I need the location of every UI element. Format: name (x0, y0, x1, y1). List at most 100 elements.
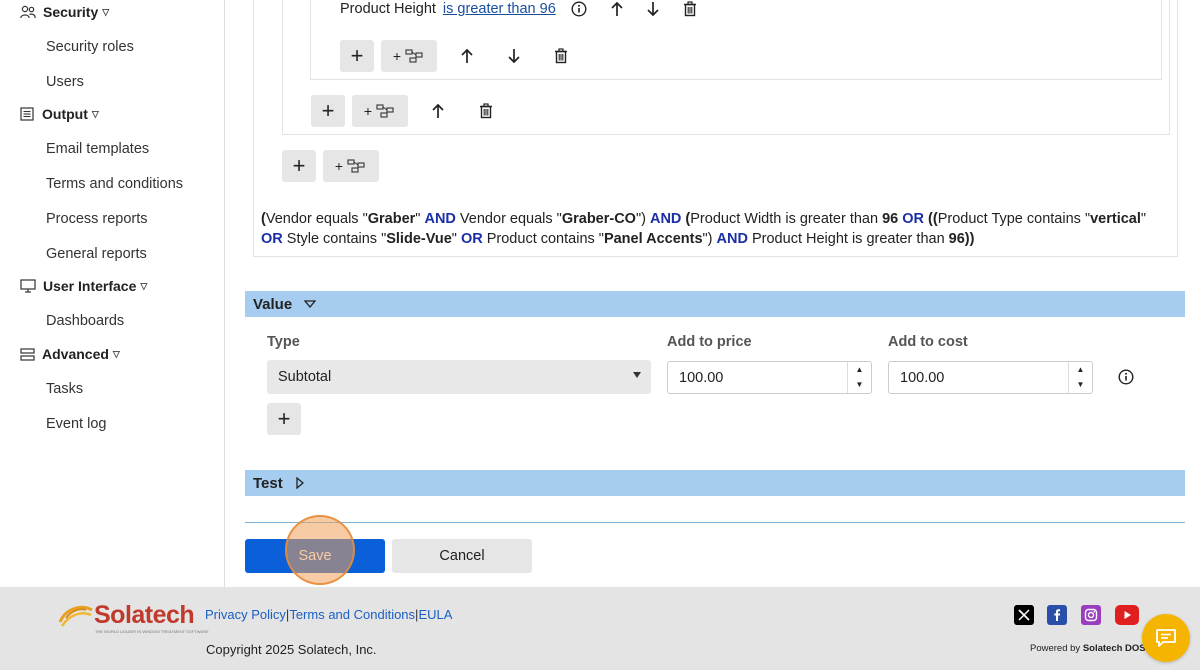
expression-text: vertical (1090, 211, 1141, 227)
arrow-down-icon[interactable] (646, 1, 660, 17)
trash-icon[interactable] (683, 1, 697, 17)
privacy-policy-link[interactable]: Privacy Policy (205, 607, 286, 622)
trash-icon[interactable] (554, 48, 568, 64)
sidebar-item-event-log[interactable]: Event log (46, 416, 106, 432)
expression-text: (( (924, 211, 938, 227)
sidebar-group-label: User Interface (43, 278, 137, 294)
expression-text: Product Width is greater than (690, 211, 883, 227)
instagram-icon[interactable] (1081, 605, 1101, 625)
output-icon (20, 107, 34, 121)
test-section-header[interactable]: Test (245, 470, 1185, 496)
expression-keyword: OR (261, 230, 283, 247)
arrow-up-icon[interactable] (610, 1, 624, 17)
sidebar-group-output[interactable]: Output ▽ (20, 106, 99, 122)
stepper-up-icon[interactable]: ▲ (1077, 365, 1085, 374)
add-cost-label: Add to cost (888, 334, 968, 350)
sidebar: Security ▽ Security roles Users Output ▽… (0, 0, 225, 587)
info-icon[interactable] (1118, 369, 1134, 385)
stepper-down-icon[interactable]: ▼ (856, 381, 864, 389)
dropdown-arrow-icon (633, 372, 641, 378)
stepper-down-icon[interactable]: ▼ (1077, 381, 1085, 389)
expression-keyword: AND (649, 211, 682, 227)
advanced-icon (20, 347, 35, 361)
sidebar-group-security[interactable]: Security ▽ (20, 4, 109, 20)
add-group-button[interactable]: + (352, 95, 408, 127)
expression-text: ") (635, 211, 650, 227)
sidebar-item-general-reports[interactable]: General reports (46, 246, 147, 262)
add-rule-button[interactable]: + (311, 95, 345, 127)
sidebar-group-label: Advanced (42, 346, 109, 362)
sidebar-item-terms[interactable]: Terms and conditions (46, 176, 183, 192)
save-button[interactable]: Save (245, 539, 385, 573)
add-value-row-button[interactable]: + (267, 403, 301, 435)
type-select[interactable]: Subtotal (267, 360, 651, 394)
youtube-icon[interactable] (1115, 605, 1139, 625)
condition-expression: (Vendor equals "Graber" AND Vendor equal… (261, 210, 1171, 249)
add-price-stepper[interactable]: ▲ ▼ (847, 362, 871, 393)
sun-swoosh-icon (58, 605, 93, 627)
expression-text: Vendor equals " (455, 211, 562, 227)
add-rule-button[interactable]: + (340, 40, 374, 72)
sidebar-item-users[interactable]: Users (46, 74, 84, 90)
section-title: Value (253, 295, 293, 313)
expression-keyword: AND (424, 211, 456, 227)
users-icon (20, 5, 36, 19)
expression-text: Product Type contains " (937, 211, 1091, 227)
cancel-button[interactable]: Cancel (392, 539, 532, 573)
expression-text: Panel Accents (603, 230, 703, 247)
expression-keyword: OR (902, 211, 925, 227)
sidebar-item-security-roles[interactable]: Security roles (46, 39, 134, 55)
info-icon[interactable] (571, 1, 587, 17)
group-icon (405, 49, 423, 63)
copyright: Copyright 2025 Solatech, Inc. (206, 642, 377, 657)
add-group-button[interactable]: + (381, 40, 437, 72)
monitor-icon (20, 279, 36, 293)
expression-text: Graber-CO (561, 211, 636, 227)
rule-operator-link[interactable]: is greater than 96 (443, 1, 556, 17)
add-cost-value: 100.00 (900, 369, 945, 386)
type-label: Type (267, 334, 300, 350)
expression-text: Vendor equals " (265, 211, 368, 227)
arrow-up-icon[interactable] (460, 48, 474, 64)
powered-by: Powered by Solatech DOS (1030, 643, 1146, 654)
eula-link[interactable]: EULA (418, 607, 452, 622)
value-section-header[interactable]: Value (245, 291, 1185, 317)
sidebar-item-email-templates[interactable]: Email templates (46, 141, 149, 157)
add-cost-input[interactable]: 100.00 ▲ ▼ (888, 361, 1093, 394)
chevron-down-icon (304, 300, 317, 309)
divider (245, 522, 1185, 523)
arrow-up-icon[interactable] (431, 103, 445, 119)
arrow-down-icon[interactable] (507, 48, 521, 64)
rule-field: Product Height (340, 1, 436, 17)
trash-icon[interactable] (479, 103, 493, 119)
expression-keyword: OR (460, 230, 483, 247)
add-rule-button[interactable]: + (282, 150, 316, 182)
sidebar-item-process-reports[interactable]: Process reports (46, 211, 148, 227)
sidebar-item-dashboards[interactable]: Dashboards (46, 313, 124, 329)
terms-link[interactable]: Terms and Conditions (289, 607, 415, 622)
add-cost-stepper[interactable]: ▲ ▼ (1068, 362, 1092, 393)
chevron-down-icon: ▽ (112, 348, 120, 359)
add-price-value: 100.00 (679, 369, 724, 386)
sidebar-group-advanced[interactable]: Advanced ▽ (20, 346, 120, 362)
chat-button[interactable] (1142, 614, 1190, 662)
add-group-button[interactable]: + (323, 150, 379, 182)
expression-text: Product Height is greater than (747, 230, 949, 247)
sidebar-group-user-interface[interactable]: User Interface ▽ (20, 278, 147, 294)
add-price-input[interactable]: 100.00 ▲ ▼ (667, 361, 872, 394)
stepper-up-icon[interactable]: ▲ (856, 365, 864, 374)
x-twitter-icon[interactable] (1014, 605, 1034, 625)
sidebar-group-label: Security (43, 4, 99, 20)
solatech-logo[interactable]: Solatech THE WORLD LEADER IN WINDOW TREA… (58, 602, 209, 634)
group-icon (347, 159, 365, 173)
type-select-value: Subtotal (278, 369, 332, 385)
group-icon (376, 104, 394, 118)
chevron-down-icon: ▽ (91, 108, 99, 119)
expression-text: 96 (882, 211, 899, 227)
facebook-icon[interactable] (1047, 605, 1067, 625)
expression-text: ( (681, 211, 691, 227)
logo-tagline: THE WORLD LEADER IN WINDOW TREATMENT SOF… (95, 629, 209, 634)
sidebar-item-tasks[interactable]: Tasks (46, 381, 83, 397)
expression-text: Style contains " (282, 230, 387, 247)
footer: Solatech THE WORLD LEADER IN WINDOW TREA… (0, 587, 1200, 670)
